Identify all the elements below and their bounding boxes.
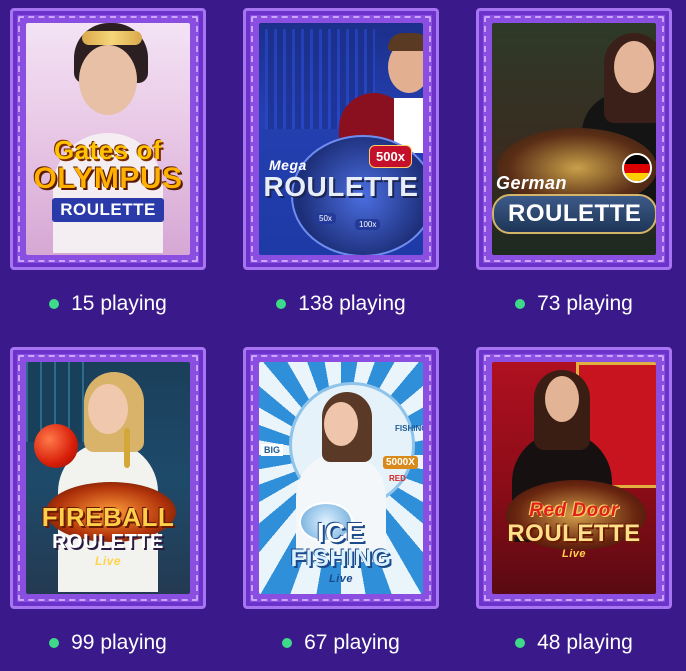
logo-tag-text: Live (94, 554, 121, 568)
game-thumbnail[interactable]: FIREBALL ROULETTE Live (26, 362, 190, 594)
player-count-label: 99 playing (71, 631, 167, 654)
logo-main-text: ROULETTE (507, 520, 641, 547)
game-thumbnail[interactable]: 500x Mega ROULETTE 50x 100x (259, 23, 423, 255)
microphone-icon (124, 428, 130, 468)
player-count-label: 73 playing (537, 292, 633, 315)
live-dot-icon (49, 299, 60, 309)
game-card-ice-fishing[interactable]: BIG FISHING 5000X RED ICE FISHING Live 6… (243, 347, 439, 655)
game-thumbnail-frame[interactable]: FIREBALL ROULETTE Live (10, 347, 206, 609)
player-count: 138 playing (243, 292, 439, 316)
player-count: 15 playing (10, 292, 206, 316)
fireball-icon (34, 424, 78, 468)
game-logo: ICE FISHING Live (259, 517, 423, 585)
game-card-gates-of-olympus-roulette[interactable]: Gates of OLYMPUS ROULETTE 15 playing (10, 8, 206, 316)
live-dot-icon (282, 638, 293, 648)
logo-tag-text: Live (328, 573, 353, 585)
game-logo: German ROULETTE (492, 173, 656, 234)
game-thumbnail-frame[interactable]: 500x Mega ROULETTE 50x 100x (243, 8, 439, 270)
game-grid: Gates of OLYMPUS ROULETTE 15 playing 500… (0, 0, 686, 671)
game-logo: Red Door ROULETTE Live (492, 500, 656, 560)
game-thumbnail[interactable]: German ROULETTE (492, 23, 656, 255)
wheel-label-100x: 100x (355, 219, 381, 230)
game-logo: Gates of OLYMPUS ROULETTE (26, 135, 190, 222)
logo-top-text: German (496, 173, 568, 193)
game-thumbnail[interactable]: Gates of OLYMPUS ROULETTE (26, 23, 190, 255)
player-count-label: 48 playing (537, 631, 633, 654)
player-count: 67 playing (243, 631, 439, 655)
logo-main-text: OLYMPUS (33, 162, 183, 195)
game-thumbnail[interactable]: Red Door ROULETTE Live (492, 362, 656, 594)
live-dot-icon (515, 299, 526, 309)
logo-main-text: ROULETTE (492, 194, 656, 234)
logo-main-text: ROULETTE (263, 171, 419, 202)
logo-tag-text: Live (561, 548, 586, 560)
wheel-label-fishing: FISHING (395, 424, 423, 433)
game-card-mega-roulette[interactable]: 500x Mega ROULETTE 50x 100x 138 playing (243, 8, 439, 316)
game-thumbnail-frame[interactable]: Gates of OLYMPUS ROULETTE (10, 8, 206, 270)
dealer-hair (388, 33, 423, 51)
player-count-label: 138 playing (298, 292, 406, 315)
dealer-face (88, 384, 128, 434)
player-count-label: 15 playing (71, 292, 167, 315)
game-thumbnail-frame[interactable]: German ROULETTE (476, 8, 672, 270)
live-dot-icon (49, 638, 60, 648)
game-logo: FIREBALL ROULETTE Live (26, 502, 190, 568)
crown-icon (82, 31, 142, 45)
game-card-red-door-roulette[interactable]: Red Door ROULETTE Live 48 playing (476, 347, 672, 655)
player-count: 48 playing (476, 631, 672, 655)
dealer-face (324, 402, 358, 446)
logo-sub-text: ROULETTE (52, 198, 164, 222)
logo-top-text: Red Door (529, 500, 619, 521)
logo-main-text: FIREBALL (41, 502, 175, 532)
dealer-face (545, 376, 579, 422)
game-card-fireball-roulette[interactable]: FIREBALL ROULETTE Live 99 playing (10, 347, 206, 655)
dealer-face (79, 45, 137, 115)
game-card-german-roulette[interactable]: German ROULETTE 73 playing (476, 8, 672, 316)
game-thumbnail[interactable]: BIG FISHING 5000X RED ICE FISHING Live (259, 362, 423, 594)
wheel-label-5000x: 5000X (383, 456, 418, 469)
live-dot-icon (515, 638, 526, 648)
player-count: 99 playing (10, 631, 206, 655)
dealer-face (614, 41, 654, 93)
wheel-label-50x: 50x (315, 213, 336, 224)
logo-sub-text: ROULETTE (52, 531, 164, 553)
game-thumbnail-frame[interactable]: Red Door ROULETTE Live (476, 347, 672, 609)
wheel-label-big: BIG (261, 444, 284, 456)
player-count: 73 playing (476, 292, 672, 316)
game-thumbnail-frame[interactable]: BIG FISHING 5000X RED ICE FISHING Live (243, 347, 439, 609)
live-dot-icon (276, 299, 287, 309)
game-logo: Mega ROULETTE (259, 157, 423, 203)
logo-sub-text: FISHING (290, 545, 392, 572)
wheel-label-red: RED (389, 474, 406, 483)
player-count-label: 67 playing (304, 631, 400, 654)
